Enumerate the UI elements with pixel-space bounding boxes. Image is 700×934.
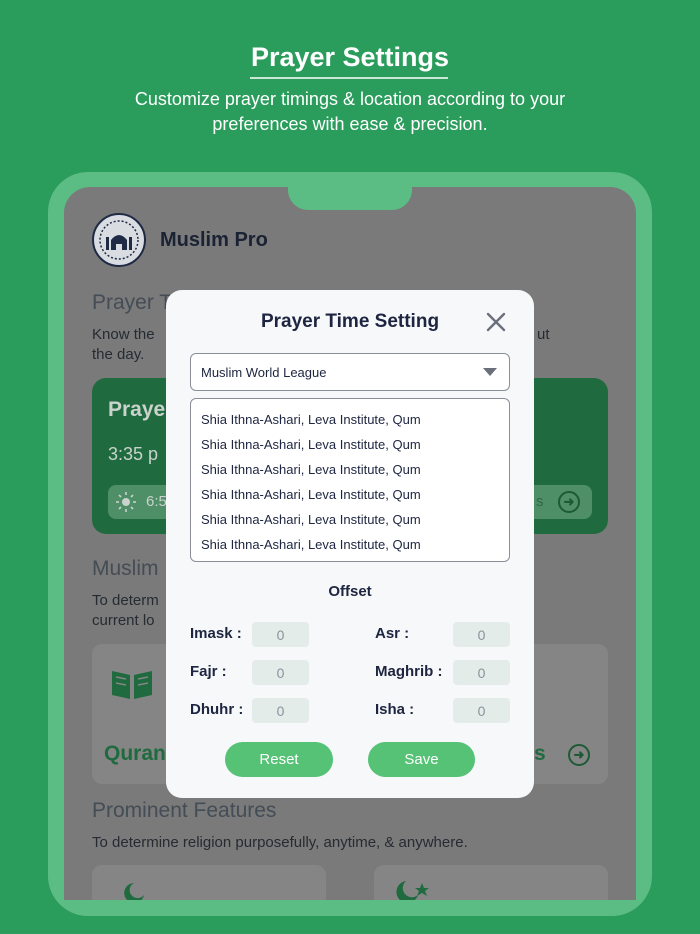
arrow-right-icon[interactable]: ➜	[558, 491, 580, 513]
quran-label: Quran	[104, 742, 166, 765]
isha-label: Isha :	[375, 701, 415, 718]
asr-offset-input[interactable]	[453, 622, 510, 647]
maghrib-offset-input[interactable]	[453, 660, 510, 685]
close-icon[interactable]	[484, 310, 508, 334]
reset-button[interactable]: Reset	[225, 742, 333, 777]
modal-title: Prayer Time Setting	[260, 311, 440, 332]
select-value: Muslim World League	[201, 365, 327, 380]
features-desc: To determine religion purposefully, anyt…	[92, 834, 468, 851]
imask-label: Imask :	[190, 625, 242, 642]
list-item[interactable]: Shia Ithna-Ashari, Leva Institute, Qum	[191, 507, 509, 532]
imask-offset-input[interactable]	[252, 622, 309, 647]
prayer-time-setting-modal: Prayer Time Setting Muslim World League …	[166, 290, 534, 798]
chevron-down-icon	[483, 368, 497, 376]
isha-offset-input[interactable]	[453, 698, 510, 723]
star-crescent-icon	[396, 881, 429, 900]
device-notch	[288, 172, 412, 210]
list-item[interactable]: Shia Ithna-Ashari, Leva Institute, Qum	[191, 457, 509, 482]
promo-title: Prayer Settings	[250, 42, 450, 72]
section-prayer-desc-line1: Know the	[92, 326, 155, 343]
maghrib-label: Maghrib :	[375, 663, 443, 680]
asr-label: Asr :	[375, 625, 410, 642]
fajr-label: Fajr :	[190, 663, 227, 680]
quran-arrow-icon[interactable]: ➜	[568, 744, 590, 766]
dhuhr-offset-input[interactable]	[252, 698, 309, 723]
prayer-card-right-text: s	[536, 493, 544, 510]
quran-book-icon	[112, 671, 152, 699]
section-prayer-desc-line2: the day.	[92, 346, 145, 363]
section-prayer-desc-right: ut	[537, 326, 550, 343]
fajr-offset-input[interactable]	[252, 660, 309, 685]
dhuhr-label: Dhuhr :	[190, 701, 244, 718]
app-name: Muslim Pro	[160, 229, 268, 251]
list-item[interactable]: Shia Ithna-Ashari, Leva Institute, Qum	[191, 407, 509, 432]
mosque-icon	[99, 220, 139, 260]
sun-icon	[116, 492, 136, 512]
promo-subtitle: Customize prayer timings & location acco…	[134, 89, 566, 134]
method-options-list[interactable]: Shia Ithna-Ashari, Leva Institute, Qum S…	[190, 398, 510, 562]
section-muslim-desc-line1: To determ	[92, 592, 159, 609]
features-title: Prominent Features	[92, 799, 277, 822]
list-item[interactable]: Shia Ithna-Ashari, Leva Institute, Qum	[191, 532, 509, 557]
quran-right-text: s	[534, 742, 546, 765]
promo-title-underline	[250, 77, 448, 79]
list-item[interactable]: Shia Ithna-Ashari, Leva Institute, Qum	[191, 482, 509, 507]
list-item[interactable]: Shia Ithna-Ashari, Leva Institute, Qum	[191, 432, 509, 457]
section-muslim-desc-line2: current lo	[92, 612, 155, 629]
sunrise-time: 6:5	[146, 493, 167, 510]
section-muslim-title: Muslim	[92, 557, 159, 580]
app-logo	[92, 213, 146, 267]
offset-heading: Offset	[328, 583, 372, 600]
crescent-icon	[124, 883, 144, 900]
save-button[interactable]: Save	[368, 742, 475, 777]
prayer-card-title: Praye	[108, 398, 166, 421]
section-prayer-title: Prayer T	[92, 291, 173, 314]
calculation-method-select[interactable]: Muslim World League	[190, 353, 510, 391]
prayer-card-time: 3:35 p	[108, 444, 159, 464]
